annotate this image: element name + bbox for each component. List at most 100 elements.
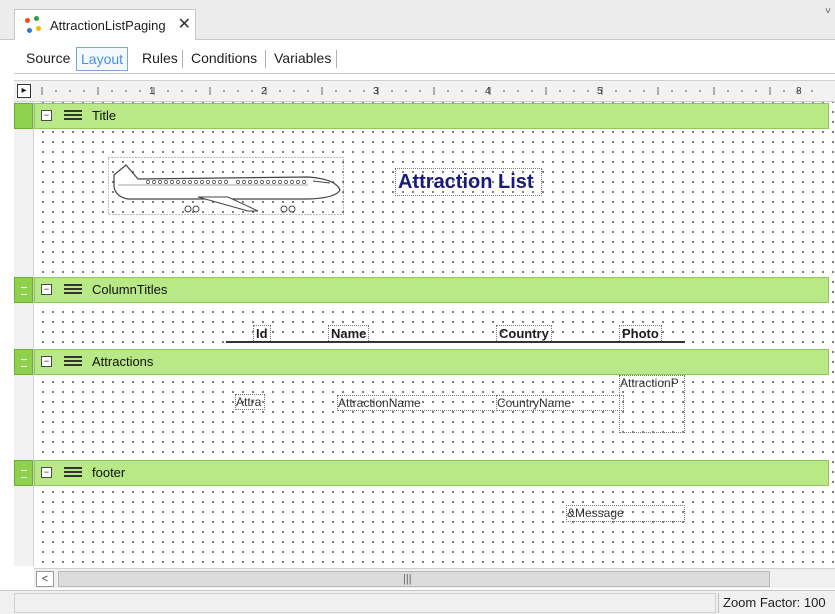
ruler-tick: [307, 90, 309, 92]
field-message[interactable]: &Message: [566, 505, 685, 522]
ruler-tick: [293, 90, 295, 92]
field-attraction-name-text: AttractionName: [338, 396, 421, 410]
ruler-tick: [391, 90, 393, 92]
ruler-number: 2: [261, 86, 267, 97]
ruler-tick: [461, 90, 463, 92]
ruler-tick: [671, 90, 673, 92]
ruler-tick: [643, 90, 645, 92]
ruler-number: 5: [597, 86, 603, 97]
band-lines-icon: [64, 466, 82, 480]
ruler-number: 3: [373, 86, 379, 97]
scrollbar-thumb[interactable]: |||: [58, 571, 770, 587]
ruler-tick: [237, 90, 239, 92]
field-attraction-name[interactable]: AttractionName: [337, 395, 497, 411]
ruler-tick: [741, 90, 743, 92]
band-footer[interactable]: − footer: [14, 460, 829, 486]
field-message-text: &Message: [567, 506, 624, 520]
ruler-tick: [629, 90, 631, 92]
band-lines-icon: [64, 355, 82, 369]
horizontal-scrollbar[interactable]: < |||: [34, 568, 835, 588]
collapse-minus-icon[interactable]: −: [41, 467, 52, 478]
ruler-tick: [531, 90, 533, 92]
ruler-tick: [405, 90, 407, 92]
ruler-tick: [349, 90, 351, 92]
ruler-tick: [83, 90, 85, 92]
ruler-toggle-icon[interactable]: ▸: [17, 84, 31, 98]
tab-separator: [265, 50, 266, 68]
chevron-down-icon[interactable]: ˅: [825, 6, 831, 17]
ruler-scale: 1 2 3 4 5 8: [41, 86, 813, 97]
header-underline[interactable]: [226, 341, 685, 343]
ruler-tick: [503, 90, 505, 92]
field-country-name-text: CountryName: [497, 396, 572, 410]
ruler-number: 8: [796, 86, 802, 97]
document-tab[interactable]: AttractionListPaging ✕: [14, 9, 196, 40]
tab-rules[interactable]: Rules: [138, 47, 182, 71]
document-tab-strip: AttractionListPaging ✕ ˅: [0, 0, 835, 40]
ruler-tick: [615, 90, 617, 92]
ruler-tick: [55, 90, 57, 92]
band-handle[interactable]: [14, 460, 33, 486]
field-attraction-photo-text: AttractionP: [620, 376, 679, 390]
band-label: Attractions: [92, 354, 154, 369]
ruler-tick: [363, 90, 365, 92]
band-label: footer: [92, 465, 126, 480]
genexus-object-icon: [23, 15, 43, 35]
document-tab-title: AttractionListPaging: [50, 17, 166, 33]
band-attractions[interactable]: − Attractions: [14, 349, 829, 375]
ruler-tick: [587, 90, 589, 92]
field-attraction-id[interactable]: Attra: [235, 394, 265, 410]
ruler-tick: [755, 90, 757, 92]
ruler-tick: [335, 90, 337, 92]
band-handle[interactable]: [14, 103, 33, 129]
ruler-tick: [699, 90, 701, 92]
tab-source[interactable]: Source: [22, 47, 74, 71]
status-message-area: [14, 593, 716, 613]
airplane-image[interactable]: [108, 157, 344, 215]
ruler-tick: [447, 90, 449, 92]
band-header-bar[interactable]: [34, 460, 829, 486]
ruler-number: 4: [485, 86, 491, 97]
collapse-minus-icon[interactable]: −: [41, 284, 52, 295]
ruler-tick: [559, 90, 561, 92]
band-lines-icon: [64, 283, 82, 297]
grip-icon: |||: [403, 573, 412, 585]
zoom-factor: Zoom Factor: 100: [718, 593, 835, 613]
ruler-tick: [139, 90, 141, 92]
field-attraction-id-text: Attra: [236, 395, 262, 409]
ruler-tick: [195, 90, 197, 92]
tab-separator: [336, 50, 337, 68]
ruler-tick: [475, 90, 477, 92]
field-attraction-photo[interactable]: AttractionP: [619, 375, 685, 433]
ruler-tick: [125, 90, 127, 92]
editor-tabs: Source Layout Rules Conditions Variables: [14, 40, 835, 74]
band-label: Title: [92, 108, 117, 123]
tab-conditions[interactable]: Conditions: [187, 47, 261, 71]
ruler-tick: [251, 90, 253, 92]
report-title-text: Attraction List: [398, 171, 534, 193]
ruler-number: 1: [149, 86, 155, 97]
band-title[interactable]: − Title: [14, 103, 829, 129]
collapse-minus-icon[interactable]: −: [41, 356, 52, 367]
ruler-tick: [167, 90, 169, 92]
band-handle[interactable]: [14, 349, 33, 375]
ruler-tick: [181, 90, 183, 92]
scroll-left-icon[interactable]: <: [36, 571, 54, 587]
ruler-tick: [517, 90, 519, 92]
band-lines-icon: [64, 109, 82, 123]
tab-layout[interactable]: Layout: [76, 47, 129, 71]
report-title[interactable]: Attraction List: [395, 168, 542, 196]
close-icon[interactable]: ✕: [178, 17, 191, 33]
collapse-minus-icon[interactable]: −: [41, 110, 52, 121]
tab-variables[interactable]: Variables: [270, 47, 335, 71]
ruler-tick: [811, 90, 813, 92]
band-header-bar[interactable]: [34, 103, 829, 129]
band-handle[interactable]: [14, 277, 33, 303]
vertical-ruler: [14, 102, 34, 566]
tab-separator: [182, 50, 183, 68]
band-column-titles[interactable]: − ColumnTitles: [14, 277, 829, 303]
ruler-tick: [419, 90, 421, 92]
ruler-tick: [573, 90, 575, 92]
field-country-name[interactable]: CountryName: [496, 395, 624, 411]
ruler-tick: [783, 90, 785, 92]
